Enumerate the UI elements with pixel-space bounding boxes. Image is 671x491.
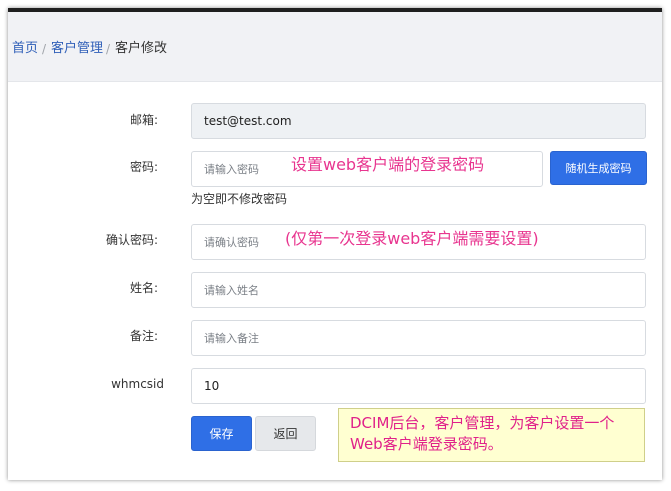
confirm-password-annotation: (仅第一次登录web客户端需要设置) bbox=[285, 229, 539, 248]
breadcrumb-customer-management[interactable]: 客户管理 bbox=[51, 41, 103, 57]
annotation-callout: DCIM后台，客户管理，为客户设置一个 Web客户端登录密码。 bbox=[338, 408, 645, 462]
password-label: 密码: bbox=[129, 160, 158, 174]
generate-password-button[interactable]: 随机生成密码 bbox=[550, 151, 647, 185]
whmcsid-value: 10 bbox=[204, 379, 220, 393]
whmcsid-input[interactable]: 10 bbox=[191, 368, 646, 404]
email-value: test@test.com bbox=[204, 114, 292, 128]
breadcrumb-separator: / bbox=[42, 42, 47, 56]
breadcrumb-home[interactable]: 首页 bbox=[12, 41, 38, 57]
confirm-password-label: 确认密码: bbox=[105, 233, 158, 247]
callout-line-2: Web客户端登录密码。 bbox=[350, 435, 503, 453]
remark-placeholder: 请输入备注 bbox=[204, 332, 259, 345]
back-button[interactable]: 返回 bbox=[255, 416, 316, 451]
confirm-password-placeholder: 请确认密码 bbox=[204, 236, 259, 249]
save-button[interactable]: 保存 bbox=[191, 416, 252, 451]
password-helper-text: 为空即不修改密码 bbox=[191, 192, 288, 206]
callout-line-1: DCIM后台，客户管理，为客户设置一个 bbox=[350, 414, 615, 432]
whmcsid-label: whmcsid bbox=[111, 377, 164, 391]
password-placeholder: 请输入密码 bbox=[204, 163, 259, 176]
name-placeholder: 请输入姓名 bbox=[204, 284, 259, 297]
name-input[interactable]: 请输入姓名 bbox=[191, 272, 646, 308]
remark-input[interactable]: 请输入备注 bbox=[191, 320, 646, 356]
name-label: 姓名: bbox=[129, 281, 158, 295]
page-header: 首页 / 客户管理 / 客户修改 bbox=[8, 12, 662, 82]
breadcrumb-current: 客户修改 bbox=[115, 41, 168, 56]
email-field[interactable]: test@test.com bbox=[191, 103, 646, 139]
remark-label: 备注: bbox=[129, 329, 158, 343]
password-annotation: 设置web客户端的登录密码 bbox=[291, 155, 485, 174]
email-label: 邮箱: bbox=[129, 113, 158, 127]
breadcrumb-separator: / bbox=[106, 42, 111, 56]
